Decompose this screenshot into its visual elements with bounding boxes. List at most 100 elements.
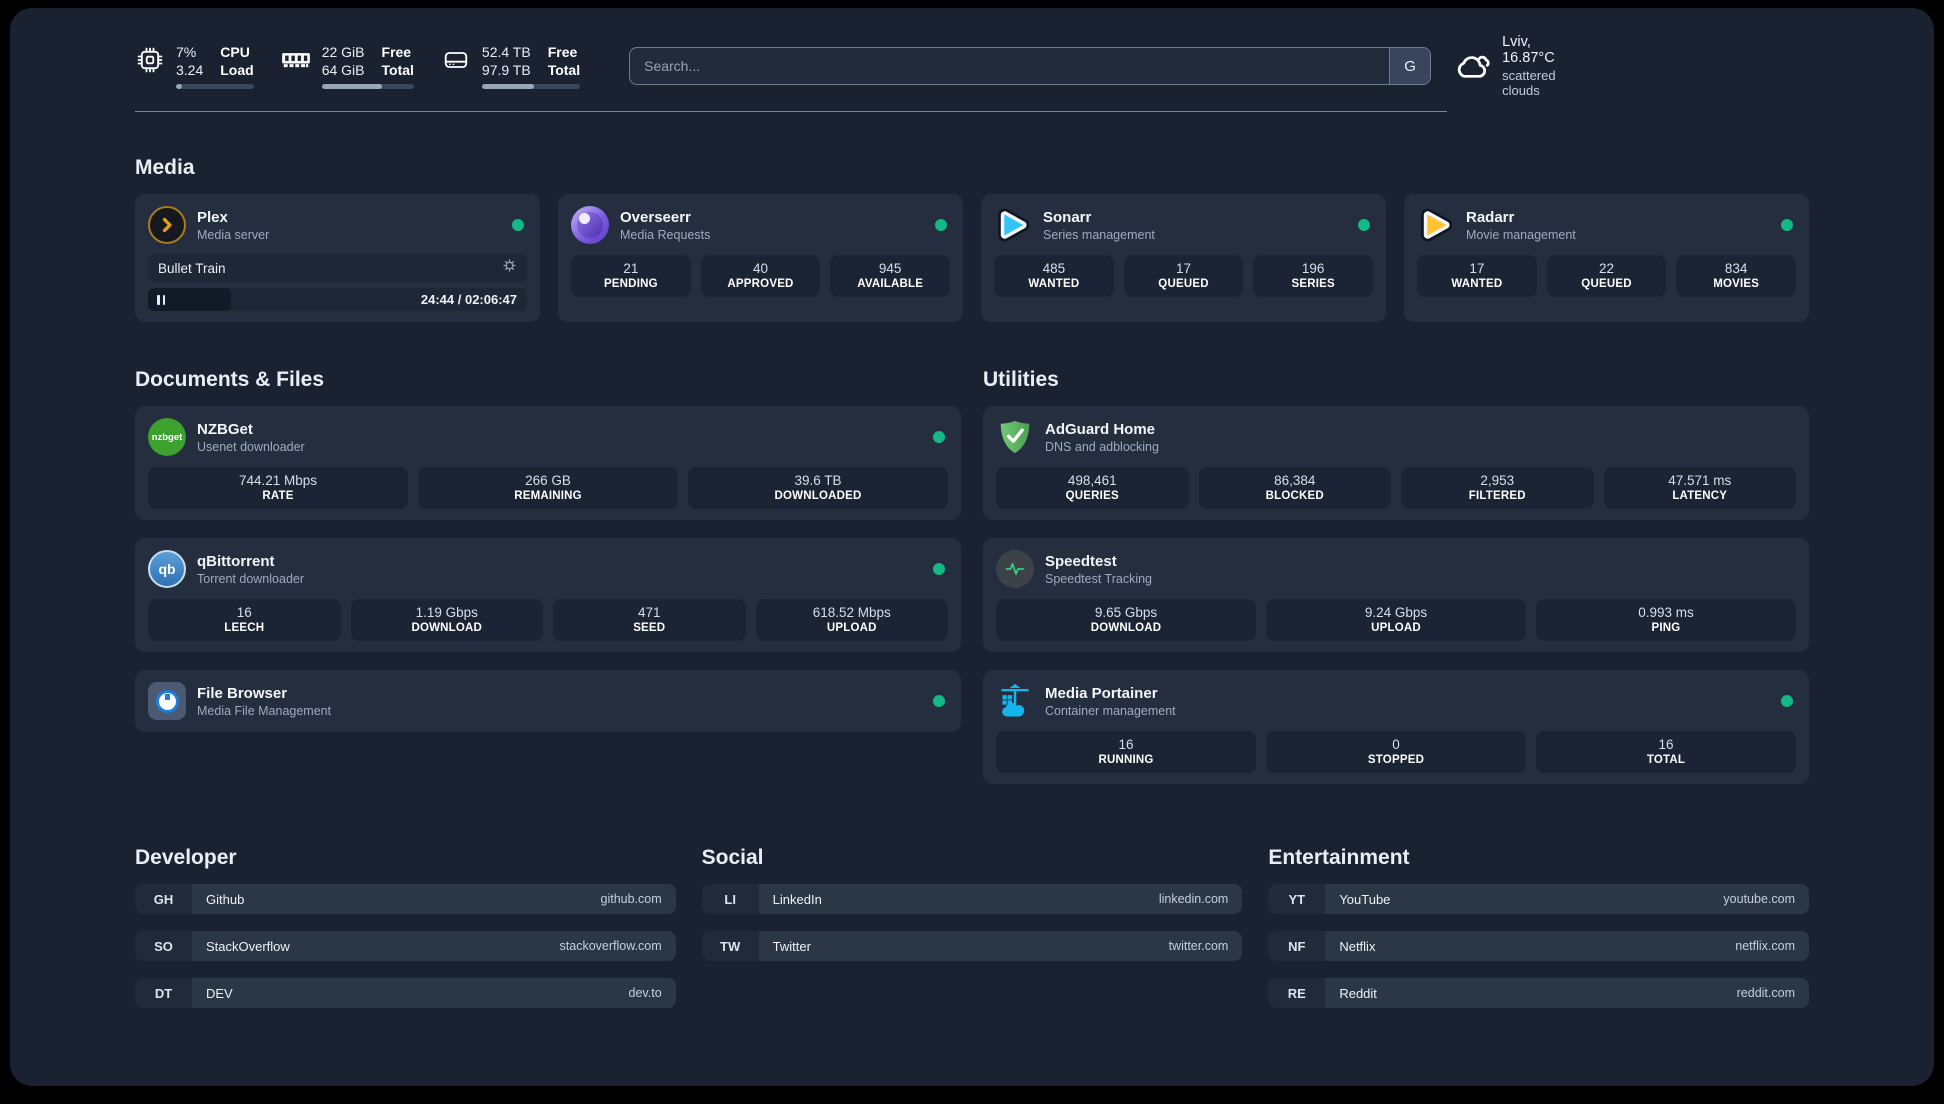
qbittorrent-icon-text: qb <box>158 561 176 577</box>
cpu-progress-bar <box>176 84 254 90</box>
bookmark-abbr: SO <box>135 931 192 961</box>
stat-value: 17 <box>1469 261 1485 276</box>
weather-widget: Lviv, 16.87°C scattered clouds <box>1453 34 1556 98</box>
status-dot <box>1358 219 1370 231</box>
memory-free-label: Free <box>381 43 412 60</box>
bookmark-netflix[interactable]: NF Netflix netflix.com <box>1268 931 1809 961</box>
stat-total: 16 TOTAL <box>1536 731 1796 773</box>
search-input[interactable] <box>630 48 1390 84</box>
bookmark-url: reddit.com <box>1736 986 1795 1000</box>
section-title-social: Social <box>701 846 764 869</box>
stat-label: QUERIES <box>1065 490 1119 502</box>
stat-label: BLOCKED <box>1265 490 1324 502</box>
bookmark-youtube[interactable]: YT YouTube youtube.com <box>1268 884 1809 914</box>
disk-total-label: Total <box>547 62 581 78</box>
app-card-sonarr[interactable]: Sonarr Series management 485 WANTED 17 Q… <box>981 194 1386 322</box>
status-dot <box>1781 695 1793 707</box>
bookmark-abbr: RE <box>1268 978 1326 1008</box>
bookmark-linkedin[interactable]: LI LinkedIn linkedin.com <box>701 884 1243 914</box>
memory-total-label: Total <box>381 62 414 78</box>
app-card-adguard[interactable]: AdGuard Home DNS and adblocking 498,461 … <box>983 406 1809 520</box>
stat-value: 0 <box>1392 737 1400 752</box>
bookmark-name: YouTube <box>1339 891 1391 907</box>
app-card-overseerr[interactable]: Overseerr Media Requests 21 PENDING 40 A… <box>558 194 963 322</box>
stat-label: DOWNLOADED <box>774 490 862 502</box>
stat-label: REMAINING <box>514 490 582 502</box>
stat-value: 0.993 ms <box>1638 605 1694 620</box>
stat-label: TOTAL <box>1646 754 1686 766</box>
app-card-qbittorrent[interactable]: qb qBittorrent Torrent downloader 16 LEE… <box>135 538 961 652</box>
app-card-filebrowser[interactable]: File Browser Media File Management <box>135 670 961 732</box>
stat-label: RATE <box>262 490 294 502</box>
playback-progress-bar[interactable]: 24:44 / 02:06:47 <box>148 288 527 311</box>
nzbget-icon: nzbget <box>148 418 186 456</box>
app-card-plex[interactable]: Plex Media server Bullet Train 24:44 / 0… <box>135 194 540 322</box>
stat-value: 471 <box>637 605 661 620</box>
stat-value: 2,953 <box>1480 473 1515 488</box>
speedtest-pulse-icon <box>996 550 1034 588</box>
app-card-portainer[interactable]: Media Portainer Container management 16 … <box>983 670 1809 784</box>
bookmark-reddit[interactable]: RE Reddit reddit.com <box>1268 978 1809 1008</box>
memory-icon <box>281 43 311 77</box>
stat-wanted: 485 WANTED <box>994 255 1114 297</box>
stat-label: RUNNING <box>1098 754 1154 766</box>
cpu-load-label: Load <box>220 62 254 78</box>
status-dot <box>933 563 945 575</box>
app-desc: Media File Management <box>197 703 332 718</box>
section-title-utilities: Utilities <box>983 368 1059 391</box>
status-dot <box>935 219 947 231</box>
stat-filtered: 2,953 FILTERED <box>1401 467 1594 509</box>
sonarr-icon <box>994 206 1032 244</box>
nzbget-icon-text: nzbget <box>151 431 183 443</box>
search-engine-button[interactable]: G <box>1389 48 1431 84</box>
stat-label: SERIES <box>1291 278 1335 290</box>
stat-queries: 498,461 QUERIES <box>996 467 1189 509</box>
stat-value: 498,461 <box>1067 473 1117 488</box>
memory-free-value: 22 GiB <box>321 43 365 60</box>
gear-icon[interactable] <box>502 258 517 278</box>
stat-value: 485 <box>1042 261 1066 276</box>
bookmark-github[interactable]: GH Github github.com <box>135 884 676 914</box>
cloud-icon <box>1453 47 1491 85</box>
bookmark-stackoverflow[interactable]: SO StackOverflow stackoverflow.com <box>135 931 676 961</box>
stat-label: FILTERED <box>1468 490 1526 502</box>
app-card-radarr[interactable]: Radarr Movie management 17 WANTED 22 QUE… <box>1404 194 1809 322</box>
app-name: Plex <box>197 208 228 226</box>
memory-metric: 22 GiB 64 GiB Free Total <box>281 43 414 90</box>
disk-progress-bar <box>481 84 581 90</box>
bookmark-abbr: GH <box>135 884 192 914</box>
stat-value: 266 GB <box>525 473 571 488</box>
app-desc: Series management <box>1043 227 1155 242</box>
overseerr-icon <box>571 206 609 244</box>
stat-running: 16 RUNNING <box>996 731 1256 773</box>
stat-download: 9.65 Gbps DOWNLOAD <box>996 599 1256 641</box>
stat-value: 17 <box>1175 261 1192 276</box>
app-desc: Speedtest Tracking <box>1045 571 1153 586</box>
bookmark-twitter[interactable]: TW Twitter twitter.com <box>701 931 1243 961</box>
bookmark-url: stackoverflow.com <box>559 939 662 953</box>
app-card-nzbget[interactable]: nzbget NZBGet Usenet downloader 744.21 M… <box>135 406 961 520</box>
status-dot <box>1781 219 1793 231</box>
stat-label: QUEUED <box>1581 278 1632 290</box>
app-card-speedtest[interactable]: Speedtest Speedtest Tracking 9.65 Gbps D… <box>983 538 1809 652</box>
stat-label: PING <box>1651 622 1681 634</box>
stat-label: UPLOAD <box>826 622 877 634</box>
stat-rate: 744.21 Mbps RATE <box>148 467 408 509</box>
app-name: qBittorrent <box>197 552 275 570</box>
stat-download: 1.19 Gbps DOWNLOAD <box>350 599 543 641</box>
app-name: Media Portainer <box>1045 684 1158 702</box>
portainer-crane-icon <box>996 682 1034 720</box>
plex-icon <box>148 206 186 244</box>
bookmark-dev[interactable]: DT DEV dev.to <box>135 978 676 1008</box>
stat-value: 16 <box>1658 737 1674 752</box>
stat-value: 196 <box>1301 261 1325 276</box>
stat-label: LEECH <box>224 622 265 634</box>
stat-label: AVAILABLE <box>857 278 924 290</box>
app-name: Overseerr <box>620 208 691 226</box>
pause-icon[interactable] <box>157 294 165 305</box>
bookmark-url: dev.to <box>628 986 662 1000</box>
now-playing-title: Bullet Train <box>158 260 226 276</box>
bookmark-abbr: YT <box>1268 884 1326 914</box>
stat-ping: 0.993 ms PING <box>1536 599 1796 641</box>
disk-free-value: 52.4 TB <box>481 43 531 60</box>
